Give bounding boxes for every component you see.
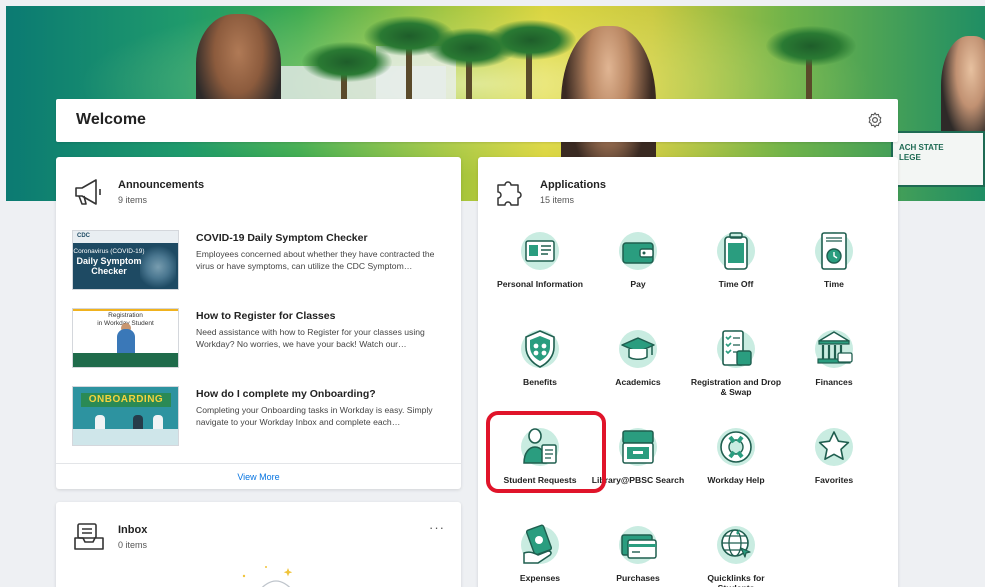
announcement-description: Employees concerned about whether they h…	[196, 249, 435, 271]
thumbnail-heading: Daily Symptom Checker	[76, 256, 142, 276]
app-quicklinks-for-students[interactable]: Quicklinks for Students	[688, 515, 784, 587]
app-label: Favorites	[814, 475, 854, 485]
student-requests-highlight	[486, 411, 606, 493]
onboarding-sign: ONBOARDING	[81, 393, 171, 407]
pennant-text: ACH STATE LEGE	[899, 143, 944, 162]
welcome-bar: Welcome	[56, 99, 898, 142]
app-time[interactable]: Time	[786, 221, 882, 311]
announcement-title[interactable]: How to Register for Classes	[196, 310, 335, 322]
id-card-icon	[521, 232, 559, 270]
announcements-count: 9 items	[118, 195, 148, 205]
announcement-description: Completing your Onboarding tasks in Work…	[196, 405, 433, 427]
app-time-off[interactable]: Time Off	[688, 221, 784, 311]
announcement-description: Need assistance with how to Register for…	[196, 327, 425, 349]
sparkle-decoration-icon	[242, 566, 293, 587]
megaphone-icon	[75, 179, 101, 205]
announcement-thumbnail: CDC Coronavirus (COVID-19) Daily Symptom…	[72, 230, 179, 290]
credit-card-icon	[619, 526, 657, 564]
announcement-title[interactable]: How do I complete my Onboarding?	[196, 388, 376, 400]
thumbnail-text: Coronavirus (COVID-19) Daily Symptom Che…	[73, 247, 145, 276]
app-label: Personal Information	[497, 279, 583, 289]
app-purchases[interactable]: Purchases	[590, 515, 686, 587]
app-label: Quicklinks for Students	[707, 573, 765, 587]
app-label: Time	[824, 279, 844, 289]
wallet-icon	[619, 232, 657, 270]
palm-tree	[302, 42, 392, 82]
app-label: Finances	[815, 377, 853, 387]
thumbnail-caption: Registration	[108, 312, 143, 319]
gear-icon[interactable]	[866, 111, 884, 129]
inbox-count: 0 items	[118, 540, 148, 550]
suitcase-icon	[717, 232, 755, 270]
announcement-thumbnail: ONBOARDING	[72, 386, 179, 446]
palm-tree	[486, 20, 576, 60]
shield-icon	[521, 330, 559, 368]
globe-cursor-icon	[717, 526, 755, 564]
app-benefits[interactable]: Benefits	[492, 319, 588, 409]
app-registration-drop-swap[interactable]: Registration and Drop & Swap	[688, 319, 784, 409]
graduation-cap-icon	[619, 330, 657, 368]
virus-image	[140, 245, 176, 289]
app-label: Expenses	[519, 573, 561, 583]
app-label: Time Off	[718, 279, 754, 289]
money-hand-icon	[521, 524, 559, 564]
announcement-title[interactable]: COVID-19 Daily Symptom Checker	[196, 232, 368, 244]
applications-title: Applications	[540, 179, 607, 191]
app-label: Benefits	[523, 377, 557, 387]
inbox-more-menu[interactable]: ···	[429, 520, 445, 535]
announcements-card: Announcements 9 items CDC Coronavirus (C…	[56, 157, 461, 489]
thumbnail-accent-bar	[73, 309, 178, 311]
star-icon	[815, 428, 853, 466]
app-expenses[interactable]: Expenses	[492, 515, 588, 587]
app-label: Registration and Drop & Swap	[690, 377, 782, 397]
palm-tree	[766, 26, 856, 66]
app-label: Purchases	[616, 573, 660, 583]
app-finances[interactable]: Finances	[786, 319, 882, 409]
college-pennant: ACH STATE LEGE	[891, 131, 985, 187]
inbox-title: Inbox	[118, 524, 148, 536]
announcement-item[interactable]: Registration in Workday Student How to R…	[72, 308, 452, 370]
thumbnail-caption: Coronavirus (COVID-19)	[73, 248, 145, 255]
app-label: Pay	[630, 279, 646, 289]
inbox-card: Inbox 0 items ···	[56, 502, 461, 587]
thumbnail-ground	[73, 353, 178, 367]
app-label: Academics	[615, 377, 661, 387]
applications-count: 15 items	[540, 195, 575, 205]
page-title: Welcome	[76, 111, 146, 128]
app-personal-information[interactable]: Personal Information	[492, 221, 588, 311]
time-clock-icon	[815, 232, 853, 270]
puzzle-piece-icon	[497, 181, 522, 206]
hero-person	[941, 36, 985, 146]
checklist-icon	[717, 330, 755, 368]
app-favorites[interactable]: Favorites	[786, 417, 882, 507]
cdc-logo: CDC	[77, 233, 90, 239]
app-label: Workday Help	[707, 475, 765, 485]
announcements-title: Announcements	[118, 179, 205, 191]
file-drawer-icon	[619, 428, 657, 466]
app-pay[interactable]: Pay	[590, 221, 686, 311]
app-workday-help[interactable]: Workday Help	[688, 417, 784, 507]
announcement-item[interactable]: CDC Coronavirus (COVID-19) Daily Symptom…	[72, 230, 452, 292]
app-academics[interactable]: Academics	[590, 319, 686, 409]
announcement-item[interactable]: ONBOARDING How do I complete my Onboardi…	[72, 386, 452, 448]
lifebuoy-icon	[717, 428, 755, 466]
inbox-tray-icon	[74, 523, 104, 550]
bank-icon	[815, 330, 853, 368]
view-more-link[interactable]: View More	[56, 463, 461, 489]
applications-card: Applications 15 items Personal Informati…	[478, 157, 898, 587]
announcement-thumbnail: Registration in Workday Student	[72, 308, 179, 368]
thumbnail-floor	[73, 429, 178, 445]
